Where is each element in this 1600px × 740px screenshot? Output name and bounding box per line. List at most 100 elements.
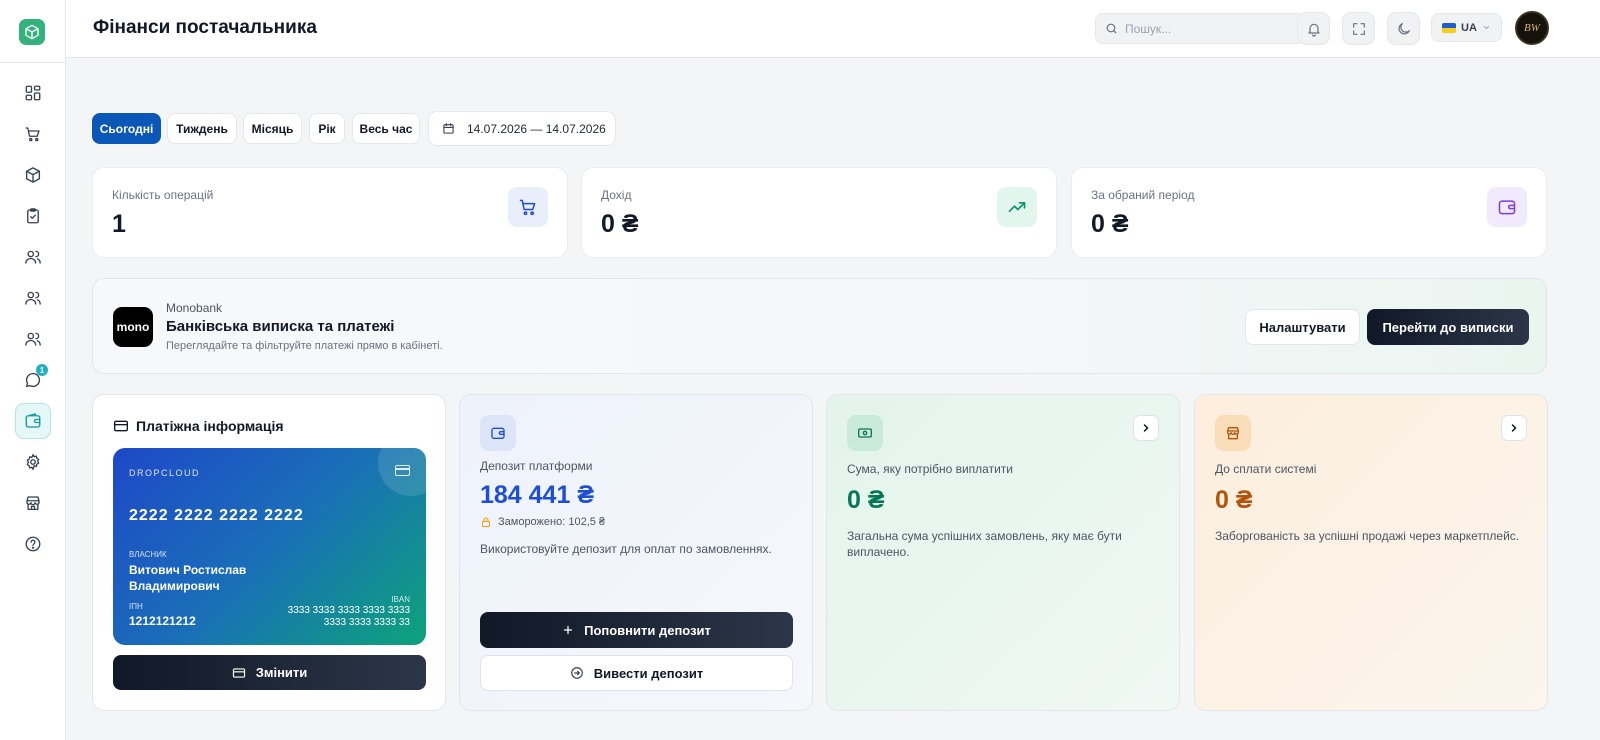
credit-card-icon: [232, 667, 245, 678]
plus-icon: [563, 625, 573, 635]
sidebar-item-users-3[interactable]: [15, 321, 51, 357]
banner-description: Переглядайте та фільтруйте платежі прямо…: [166, 340, 443, 352]
sidebar-item-finance[interactable]: [15, 403, 51, 439]
stat-label: Кількість операцій: [112, 188, 214, 202]
sidebar-item-products[interactable]: [15, 157, 51, 193]
period-all-time[interactable]: Весь час: [352, 113, 420, 144]
sidebar-item-messages[interactable]: 1: [15, 362, 51, 398]
search-icon: [1106, 23, 1117, 34]
top-bar: Фінанси постачальника UA BW: [66, 0, 1600, 58]
banknote-icon: [858, 428, 872, 438]
payout-value: 0 ₴: [847, 486, 885, 514]
sidebar-item-tasks[interactable]: [15, 198, 51, 234]
card-ipn: 1212121212: [129, 614, 196, 628]
system-due-icon-box: [1215, 415, 1251, 451]
frozen-amount-text: Заморожено: 102,5 ₴: [498, 516, 606, 528]
payout-details-button[interactable]: [1133, 415, 1159, 441]
sidebar-item-help[interactable]: [15, 526, 51, 562]
card-iban-label: IBAN: [391, 595, 410, 604]
calendar-icon: [443, 123, 454, 134]
language-selector[interactable]: UA: [1431, 13, 1502, 42]
deposit-description: Використовуйте депозит для оплат по замо…: [480, 542, 772, 556]
change-card-label: Змінити: [255, 665, 308, 680]
deposit-label: Депозит платформи: [480, 459, 593, 473]
payment-info-title-text: Платіжна інформація: [136, 418, 284, 434]
clipboard-check-icon: [27, 208, 39, 224]
help-icon: [25, 536, 41, 552]
configure-button[interactable]: Налаштувати: [1245, 309, 1360, 345]
users-icon: [25, 250, 41, 264]
monobank-banner: mono Monobank Банківська виписка та плат…: [92, 278, 1547, 374]
cube-logo-icon: [25, 24, 39, 40]
sidebar-item-orders[interactable]: [15, 116, 51, 152]
bank-card: DROPCLOUD 2222 2222 2222 2222 ВЛАСНИК Ви…: [113, 448, 426, 645]
users-icon: [25, 332, 41, 346]
system-due-panel: До сплати системі 0 ₴ Заборгованість за …: [1194, 394, 1548, 711]
date-range-text: 14.07.2026 — 14.07.2026: [467, 121, 606, 136]
card-ipn-label: ІПН: [129, 602, 143, 611]
bell-icon: [1307, 23, 1320, 37]
stat-icon-box: [1487, 187, 1527, 227]
notifications-button[interactable]: [1297, 12, 1330, 45]
messages-badge: 1: [36, 364, 48, 376]
moon-icon: [1398, 22, 1410, 34]
deposit-icon-box: [480, 415, 516, 451]
search-input[interactable]: [1125, 21, 1285, 36]
sidebar-item-users-1[interactable]: [15, 239, 51, 275]
bank-name: Monobank: [166, 301, 223, 315]
users-icon: [25, 291, 41, 305]
fullscreen-button[interactable]: [1342, 12, 1375, 45]
stat-card-operations: Кількість операцій 1: [92, 167, 568, 258]
app-logo[interactable]: [19, 19, 45, 45]
lock-icon: [481, 517, 491, 528]
go-to-statement-button[interactable]: Перейти до виписки: [1367, 309, 1529, 345]
stat-card-period: За обраний період 0 ₴: [1071, 167, 1547, 258]
theme-toggle-button[interactable]: [1387, 12, 1420, 45]
deposit-panel: Депозит платформи 184 441 ₴ Заморожено: …: [459, 394, 813, 711]
frozen-amount: Заморожено: 102,5 ₴: [480, 516, 605, 528]
period-week[interactable]: Тиждень: [167, 113, 237, 144]
store-icon: [1227, 427, 1239, 440]
expand-icon: [1352, 22, 1365, 35]
stat-icon-box: [997, 187, 1037, 227]
wallet-icon: [491, 427, 505, 439]
card-number: 2222 2222 2222 2222: [129, 507, 304, 524]
sidebar-item-store[interactable]: [15, 485, 51, 521]
page-title: Фінанси постачальника: [93, 17, 317, 38]
banner-title: Банківська виписка та платежі: [166, 318, 395, 335]
arrow-circle-icon: [570, 667, 583, 679]
payout-description: Загальна сума успішних замовлень, яку ма…: [847, 529, 1122, 559]
sidebar-item-users-2[interactable]: [15, 280, 51, 316]
top-up-deposit-button[interactable]: Поповнити депозит: [480, 612, 793, 648]
wallet-icon: [1498, 200, 1516, 215]
stat-label: Дохід: [601, 188, 632, 202]
sidebar: 1: [0, 0, 66, 740]
period-today[interactable]: Сьогодні: [92, 113, 161, 144]
withdraw-deposit-button[interactable]: Вивести депозит: [480, 655, 793, 691]
period-year[interactable]: Рік: [309, 113, 345, 144]
store-icon: [26, 496, 40, 511]
period-month[interactable]: Місяць: [243, 113, 302, 144]
chevron-down-icon: [1483, 25, 1490, 30]
payment-info-title: Платіжна інформація: [113, 418, 284, 434]
deposit-value: 184 441 ₴: [480, 481, 594, 509]
card-chip-icon: [395, 465, 410, 476]
payout-icon-box: [847, 415, 883, 451]
monobank-logo: mono: [113, 307, 153, 347]
card-iban: 3333 3333 3333 3333 3333 3333 3333 3333 …: [287, 605, 410, 628]
gear-icon: [26, 453, 40, 471]
cart-icon: [25, 127, 40, 142]
language-code: UA: [1461, 21, 1477, 34]
system-due-value: 0 ₴: [1215, 486, 1253, 514]
avatar[interactable]: BW: [1515, 11, 1549, 45]
top-up-label: Поповнити депозит: [584, 622, 711, 638]
date-range-picker[interactable]: 14.07.2026 — 14.07.2026: [428, 111, 616, 146]
change-card-button[interactable]: Змінити: [113, 655, 426, 690]
sidebar-item-dashboard[interactable]: [15, 75, 51, 111]
sidebar-item-settings[interactable]: [15, 444, 51, 480]
payout-panel: Сума, яку потрібно виплатити 0 ₴ Загальн…: [826, 394, 1180, 711]
stat-value: 1: [112, 210, 126, 238]
search-box[interactable]: [1095, 13, 1305, 44]
system-due-details-button[interactable]: [1501, 415, 1527, 441]
stat-value: 0 ₴: [1091, 210, 1129, 238]
